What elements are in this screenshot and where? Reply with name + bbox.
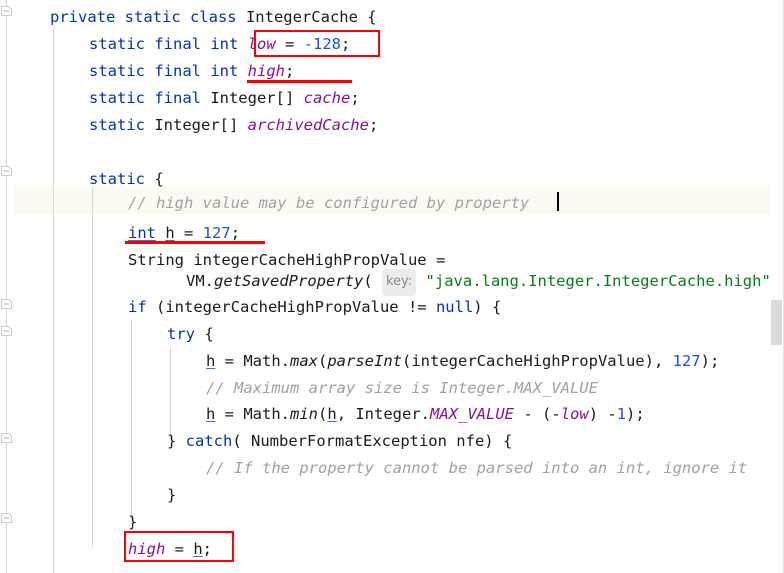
code-line[interactable]: static final int high; (89, 58, 294, 85)
code-line[interactable]: if (integerCacheHighPropValue != null) { (128, 294, 501, 321)
code-line[interactable]: private static class IntegerCache { (50, 4, 377, 31)
text-caret (557, 192, 559, 211)
code-line[interactable]: static final Integer[] cache; (89, 85, 360, 112)
vertical-scrollbar[interactable] (770, 0, 784, 573)
code-line[interactable]: high = h; (128, 536, 212, 563)
code-line[interactable]: h = Math.max(parseInt(integerCacheHighPr… (206, 348, 719, 375)
code-line[interactable]: static Integer[] archivedCache; (89, 112, 378, 139)
code-line[interactable]: // high value may be configured by prope… (128, 190, 529, 217)
code-line[interactable]: } catch( NumberFormatException nfe) { (167, 428, 512, 455)
code-line[interactable]: try { (167, 321, 214, 348)
code-line[interactable]: h = Math.min(h, Integer.MAX_VALUE - (-lo… (206, 401, 645, 428)
scrollbar-thumb[interactable] (771, 300, 782, 345)
code-line[interactable]: static { (89, 166, 164, 193)
code-line[interactable]: // If the property cannot be parsed into… (206, 455, 747, 482)
code-content[interactable]: private static class IntegerCache { stat… (0, 0, 784, 573)
code-line[interactable]: VM.getSavedProperty( key: "java.lang.Int… (186, 268, 771, 296)
code-line[interactable]: static final int low = -128; (89, 31, 350, 58)
inlay-hint-key: key: (381, 269, 417, 296)
code-line[interactable]: int h = 127; (128, 220, 240, 247)
code-line[interactable]: } (128, 509, 137, 536)
code-editor[interactable]: private static class IntegerCache { stat… (0, 0, 784, 573)
code-line[interactable]: // Maximum array size is Integer.MAX_VAL… (206, 375, 598, 402)
code-line[interactable]: } (167, 482, 176, 509)
